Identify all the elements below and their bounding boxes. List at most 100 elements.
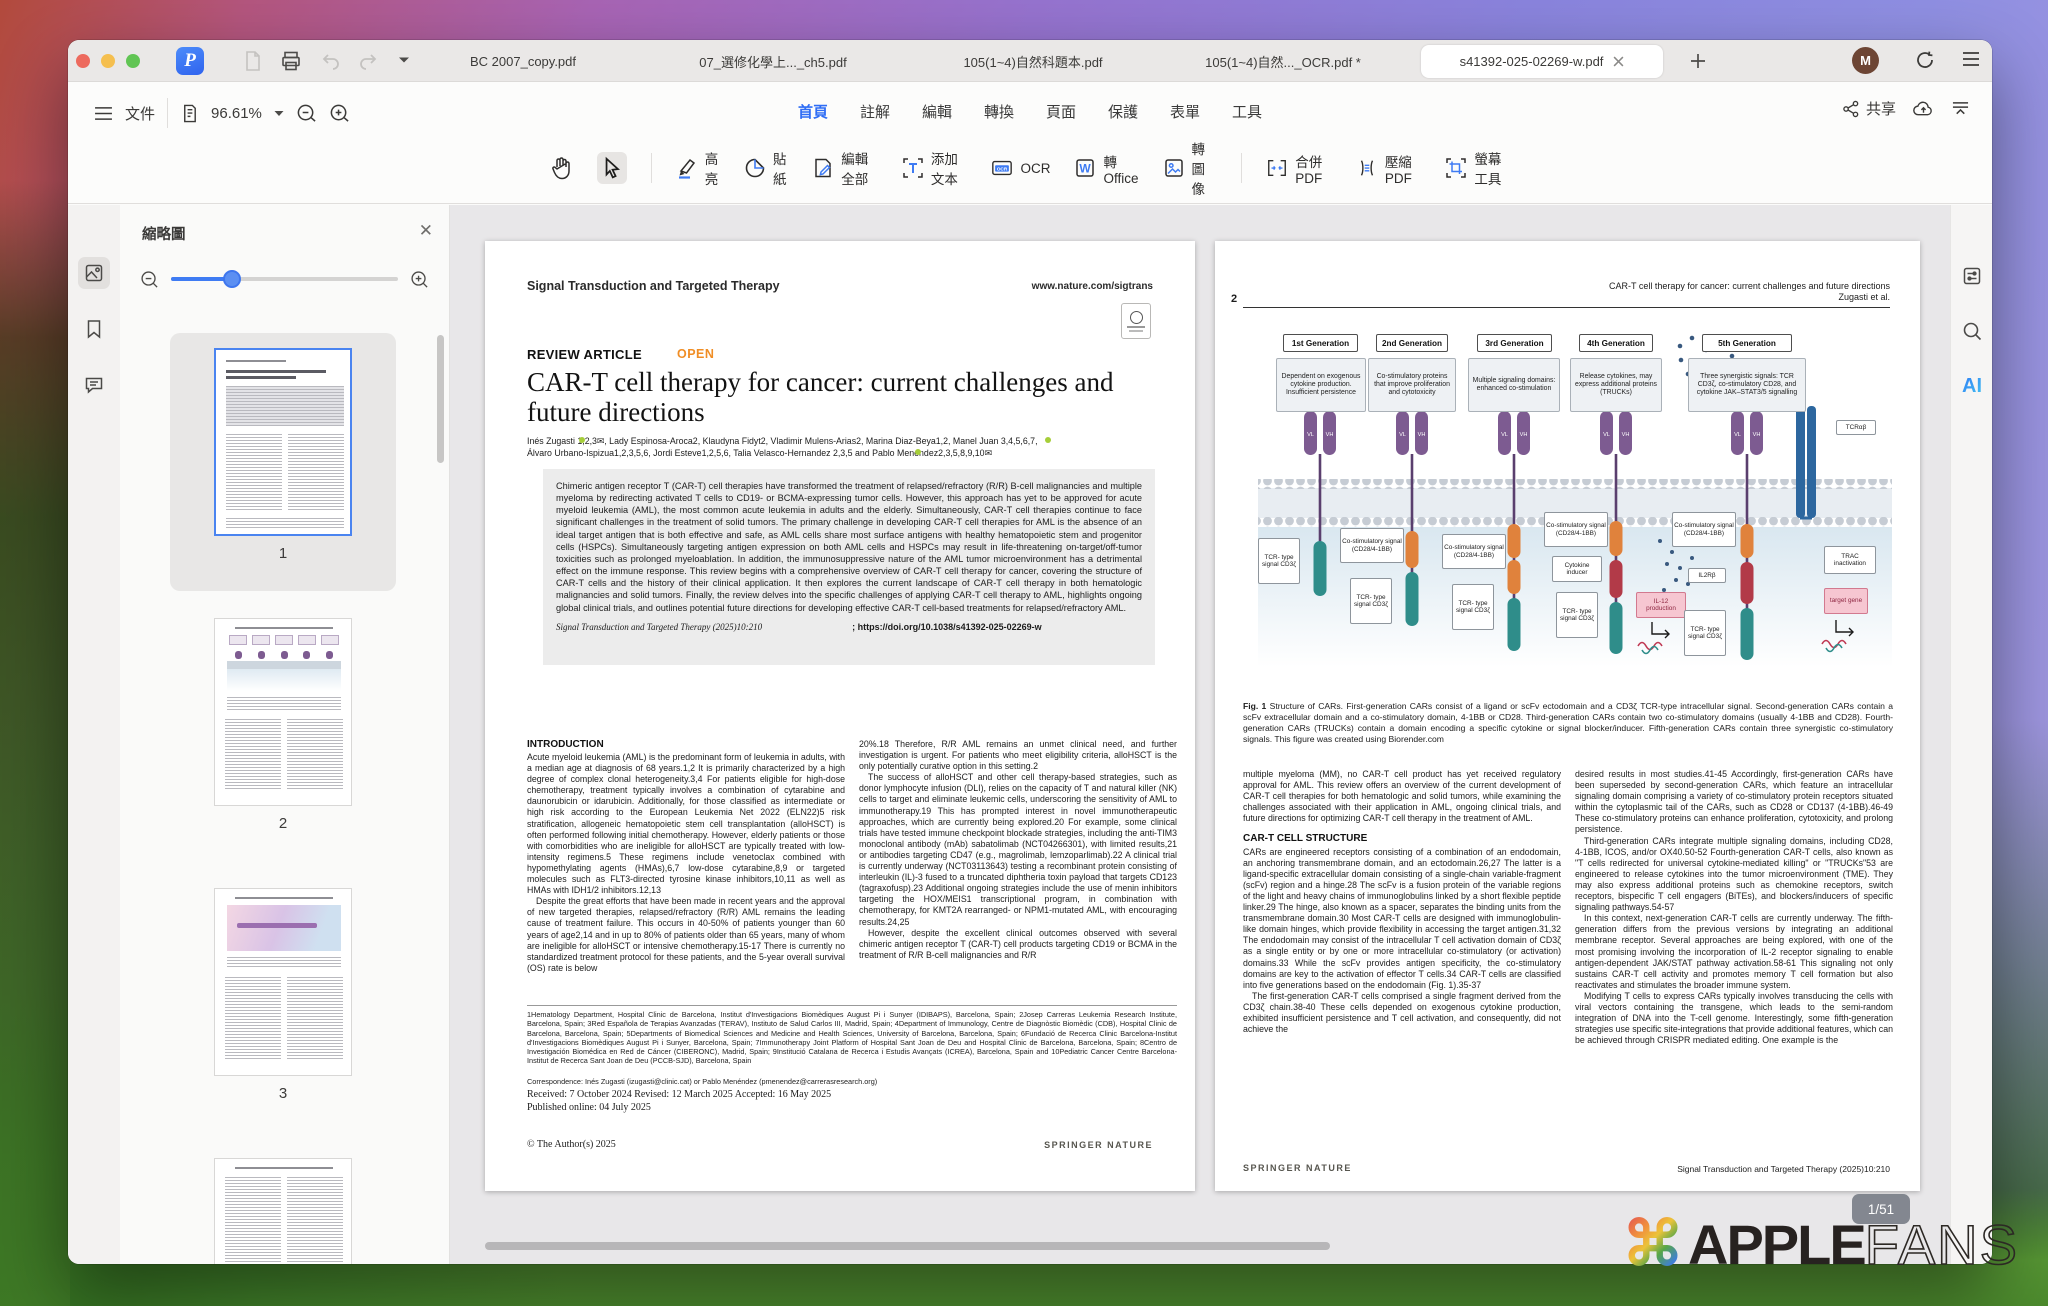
body-paragraph: CARs are engineered receptors consisting… (1243, 847, 1561, 991)
menu-protect[interactable]: 保護 (1108, 101, 1138, 122)
thumbnail-panel-icon[interactable] (78, 257, 110, 289)
select-tool-button[interactable] (597, 152, 627, 184)
ocr-icon: OCR (991, 157, 1013, 179)
menu-edit[interactable]: 編輯 (922, 101, 952, 122)
fig-gen2-title: 2nd Generation (1376, 334, 1448, 352)
thumbnail-size-slider[interactable] (171, 277, 398, 281)
hand-tool-icon[interactable] (549, 156, 573, 180)
thumb-zoom-out-icon[interactable] (140, 270, 159, 289)
to-image-tool-button[interactable]: 轉圖像 (1163, 138, 1218, 198)
tab-document-2[interactable]: 07_選修化學上..._ch5.pdf (658, 40, 888, 82)
page-thumbnail-3[interactable]: 3 (170, 873, 396, 1131)
share-button[interactable]: 共享 (1842, 98, 1896, 119)
thumbnail-image (214, 888, 352, 1076)
figure-caption: Fig. 1 Structure of CARs. First-generati… (1243, 701, 1893, 745)
menu-form[interactable]: 表單 (1170, 101, 1200, 122)
tab-document-3[interactable]: 105(1~4)自然科題本.pdf (918, 40, 1148, 82)
minimize-window-button[interactable] (101, 54, 115, 68)
annotations-panel-icon[interactable] (78, 369, 110, 401)
user-avatar[interactable]: M (1852, 47, 1879, 74)
panel-scrollbar[interactable] (437, 335, 444, 463)
fig-label-costim: Co-stimulatory signal (CD28/4-1BB) (1442, 534, 1506, 569)
svg-text:VH: VH (1753, 432, 1761, 438)
ai-assistant-icon[interactable]: AI (1956, 370, 1988, 402)
page-thumbnail-1[interactable]: 1 (170, 333, 396, 591)
body-paragraph: desired results in most studies.41-45 Ac… (1575, 769, 1893, 836)
thumb-zoom-in-icon[interactable] (410, 270, 429, 289)
tab-document-1[interactable]: BC 2007_copy.pdf (423, 40, 623, 82)
svg-text:VH: VH (1520, 432, 1528, 438)
figure-caption-tag: Fig. 1 (1243, 701, 1266, 711)
body-paragraph: However, despite the excellent clinical … (859, 928, 1177, 961)
section-heading: CAR-T CELL STRUCTURE (1243, 833, 1561, 844)
zoom-out-icon[interactable] (296, 103, 317, 124)
body-paragraph: 20%.18 Therefore, R/R AML remains an unm… (859, 739, 1177, 772)
ocr-tool-button[interactable]: OCR OCR (991, 157, 1050, 179)
office-icon: W (1074, 157, 1096, 179)
zoom-window-button[interactable] (126, 54, 140, 68)
toolbar-overflow-caret-icon[interactable] (398, 56, 420, 78)
page-thumbnail-2[interactable]: 2 (170, 603, 396, 861)
panel-close-icon[interactable]: ✕ (419, 221, 433, 241)
page-fit-icon[interactable] (180, 104, 199, 123)
horizontal-scrollbar[interactable] (485, 1242, 1330, 1250)
tool-label: 螢幕工具 (1474, 148, 1511, 188)
menu-convert[interactable]: 轉換 (984, 101, 1014, 122)
svg-text:VL: VL (1603, 432, 1610, 438)
close-window-button[interactable] (76, 54, 90, 68)
menu-page[interactable]: 頁面 (1046, 101, 1076, 122)
undo-icon[interactable] (320, 50, 342, 72)
print-icon[interactable] (280, 50, 302, 72)
close-tab-icon[interactable] (1613, 56, 1624, 67)
merge-pdf-tool-button[interactable]: 合併PDF (1266, 151, 1332, 186)
page-thumbnail-4[interactable]: 4 (170, 1143, 396, 1264)
svg-text:VH: VH (1418, 432, 1426, 438)
sticker-tool-button[interactable]: 貼紙 (744, 148, 788, 188)
left-sidebar-rail (68, 205, 120, 1264)
sidebar-toggle-icon[interactable] (94, 106, 113, 121)
share-label: 共享 (1866, 98, 1896, 119)
menu-annotate[interactable]: 註解 (860, 101, 890, 122)
fig-gen1-title: 1st Generation (1283, 334, 1358, 352)
hamburger-menu-icon[interactable] (1961, 50, 1983, 72)
search-icon[interactable] (1956, 315, 1988, 347)
highlight-tool-button[interactable]: 高亮 (676, 148, 720, 188)
sync-history-icon[interactable] (1914, 49, 1936, 71)
affiliations: 1Hematology Department, Hospital Clinic … (527, 1010, 1177, 1066)
new-tab-icon[interactable] (1688, 51, 1710, 73)
to-office-tool-button[interactable]: W 轉Office (1074, 151, 1138, 186)
properties-panel-icon[interactable] (1956, 260, 1988, 292)
tab-document-active[interactable]: s41392-025-02269-w.pdf (1421, 45, 1663, 78)
compress-pdf-tool-button[interactable]: 壓縮PDF (1356, 151, 1422, 186)
tab-document-4[interactable]: 105(1~4)自然..._OCR.pdf * (1173, 40, 1393, 82)
fig-label-il12: IL-12 production (1636, 592, 1686, 618)
screen-crop-icon (1445, 157, 1467, 179)
zoom-level-value[interactable]: 96.61% (211, 105, 262, 122)
zoom-in-icon[interactable] (329, 103, 350, 124)
svg-text:VL: VL (1307, 432, 1314, 438)
menu-home[interactable]: 首頁 (798, 101, 828, 122)
bookmarks-panel-icon[interactable] (78, 313, 110, 345)
fig-label-tcrab: TCRαβ (1836, 420, 1876, 435)
fig-gen2-desc: Co-stimulatory proteins that improve pro… (1368, 358, 1456, 412)
tool-label: 添加文本 (931, 148, 968, 188)
running-head: CAR-T cell therapy for cancer: current c… (1609, 281, 1890, 303)
collapse-toolbar-icon[interactable] (1951, 100, 1970, 117)
screen-tool-button[interactable]: 螢幕工具 (1445, 148, 1511, 188)
document-viewport[interactable]: Signal Transduction and Targeted Therapy… (450, 205, 1950, 1264)
slider-knob[interactable] (223, 270, 241, 288)
new-document-icon[interactable] (242, 50, 264, 72)
add-text-tool-button[interactable]: W 添加文本 (902, 148, 968, 188)
menu-tools[interactable]: 工具 (1232, 101, 1262, 122)
redo-icon[interactable] (357, 50, 379, 72)
check-updates-badge (1121, 303, 1151, 339)
edit-all-tool-button[interactable]: 編輯全部 (812, 148, 878, 188)
doi-link[interactable]: ; https://doi.org/10.1038/s41392-025-022… (852, 622, 1042, 632)
correspondence: Correspondence: Inés Zugasti (izugasti@c… (527, 1077, 1177, 1086)
file-menu[interactable]: 文件 (125, 103, 155, 124)
published-date: Published online: 04 July 2025 (527, 1102, 651, 1113)
zoom-dropdown-caret-icon[interactable] (274, 110, 284, 117)
body-paragraph: Third-generation CARs integrate multiple… (1575, 836, 1893, 914)
tab-label: 105(1~4)自然..._OCR.pdf * (1205, 52, 1361, 71)
cloud-upload-icon[interactable] (1912, 99, 1935, 118)
